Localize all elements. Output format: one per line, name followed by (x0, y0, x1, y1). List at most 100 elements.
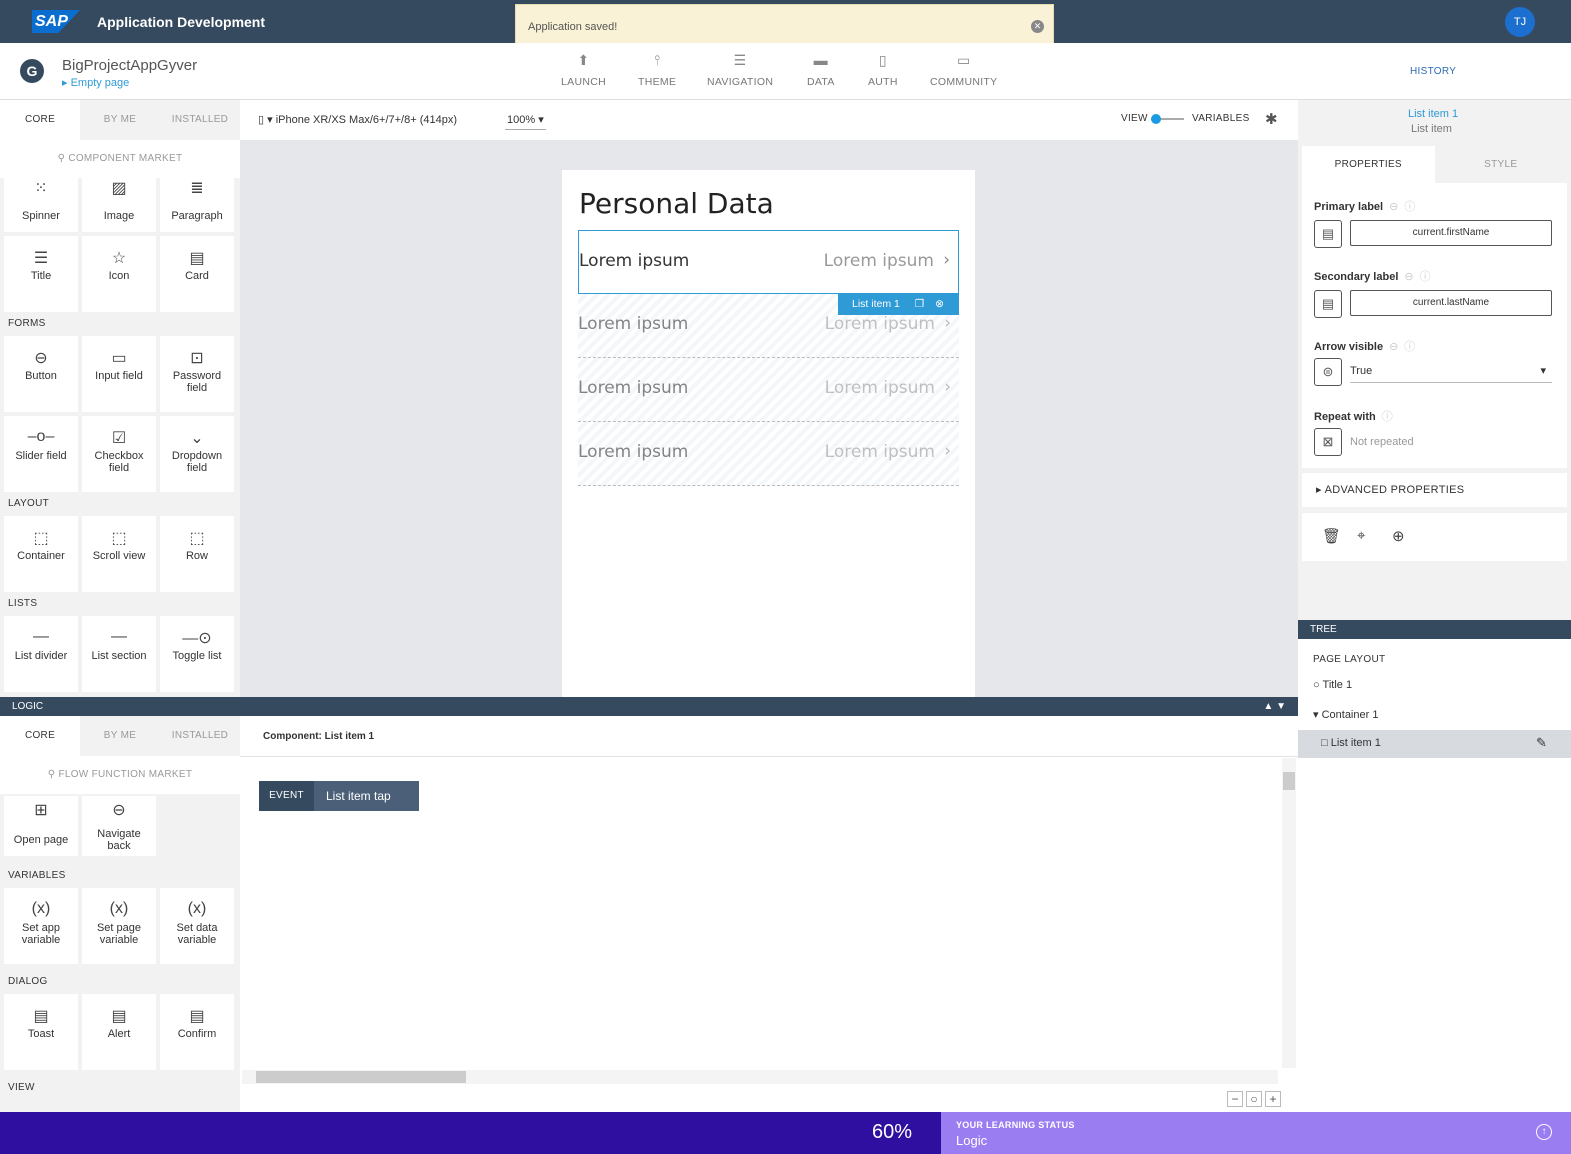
tab-by-me[interactable]: BY ME (80, 100, 160, 140)
reset-icon[interactable]: ⊖ (1404, 271, 1413, 283)
component-tile[interactable]: ☆ Icon (82, 236, 156, 312)
flow-tile[interactable]: (x) Set app variable (4, 888, 78, 964)
history-link[interactable]: HISTORY (1410, 66, 1456, 77)
component-tile[interactable]: ⁙ Spinner (4, 176, 78, 232)
flow-tile[interactable]: ⊖ Navigate back (82, 796, 156, 856)
vertical-scroll-thumb[interactable] (1283, 772, 1295, 790)
component-tile[interactable]: ▨ Image (82, 176, 156, 232)
collapse-icons[interactable]: ▲ ▼ (1263, 697, 1286, 716)
list-item[interactable]: Lorem ipsum Lorem ipsum › (578, 230, 959, 294)
flow-tile[interactable]: ▤ Confirm (160, 994, 234, 1070)
component-tile[interactable]: — List divider (4, 616, 78, 692)
tab-core[interactable]: CORE (0, 100, 80, 140)
component-market-search[interactable]: ⚲ COMPONENT MARKET (0, 140, 240, 178)
tree-node[interactable]: ○ Title 1 (1313, 679, 1352, 691)
reset-icon[interactable]: ⊖ (1389, 201, 1398, 213)
component-tile[interactable]: ⬚ Scroll view (82, 516, 156, 592)
binding-button[interactable]: ▤ (1314, 220, 1342, 248)
zoom-out-button[interactable]: − (1227, 1091, 1243, 1107)
flow-tile[interactable]: ⊞ Open page (4, 796, 78, 856)
nav-theme[interactable]: ⫯ THEME (638, 52, 676, 88)
nav-data[interactable]: ▬ DATA (807, 52, 835, 88)
tree-header: TREE (1298, 620, 1571, 639)
component-tile[interactable]: —⊙ Toggle list (160, 616, 234, 692)
component-tile[interactable]: –o– Slider field (4, 416, 78, 492)
flow-tile[interactable]: (x) Set data variable (160, 888, 234, 964)
tile-label: Paragraph (171, 210, 223, 222)
tab-style[interactable]: STYLE (1435, 146, 1568, 183)
info-icon[interactable]: ⓘ (1420, 271, 1431, 283)
flow-tile[interactable]: (x) Set page variable (82, 888, 156, 964)
vertical-scrollbar[interactable] (1282, 758, 1296, 1068)
component-tile[interactable]: ⊡ Password field (160, 336, 234, 412)
flow-tile[interactable]: ▤ Alert (82, 994, 156, 1070)
nav-auth[interactable]: ▯ AUTH (868, 52, 898, 88)
tab-core[interactable]: CORE (0, 716, 80, 756)
info-icon[interactable]: ⓘ (1382, 411, 1393, 423)
component-tile[interactable]: ☑ Checkbox field (82, 416, 156, 492)
remove-icon[interactable]: ⊗ (935, 298, 944, 310)
tab-installed[interactable]: INSTALLED (160, 716, 240, 756)
list-item[interactable]: Lorem ipsum Lorem ipsum › (578, 358, 959, 422)
zoom-selector[interactable]: 100% ▾ (505, 113, 546, 130)
nav-community[interactable]: ▭ COMMUNITY (930, 52, 997, 88)
advanced-label: ADVANCED PROPERTIES (1324, 484, 1465, 496)
info-icon[interactable]: ⓘ (1404, 341, 1415, 353)
nav-launch[interactable]: ⬆ LAUNCH (561, 52, 606, 88)
flow-tile[interactable]: ▤ Toast (4, 994, 78, 1070)
info-icon[interactable]: ⓘ (1404, 201, 1415, 213)
row-icon: ⬚ (189, 530, 205, 547)
toast-message: Application saved! (528, 21, 618, 33)
component-tile[interactable]: ⬚ Row (160, 516, 234, 592)
zoom-in-button[interactable]: + (1265, 1091, 1281, 1107)
reset-icon[interactable]: ⊖ (1389, 341, 1398, 353)
advanced-properties[interactable]: ▸ ADVANCED PROPERTIES (1302, 473, 1567, 507)
event-node[interactable]: EVENT List item tap (259, 781, 419, 811)
selected-component-name[interactable]: List item 1 (1408, 108, 1458, 120)
component-tile[interactable]: ☰ Title (4, 236, 78, 312)
tab-installed[interactable]: INSTALLED (160, 100, 240, 140)
component-tile[interactable]: ▤ Card (160, 236, 234, 312)
component-tile[interactable]: — List section (82, 616, 156, 692)
expand-up-icon[interactable]: ↑ (1536, 1124, 1552, 1140)
list-item[interactable]: Lorem ipsum Lorem ipsum › (578, 422, 959, 486)
debug-icon[interactable]: ✱ (1265, 110, 1278, 128)
page-title[interactable]: Personal Data (579, 187, 774, 220)
zoom-reset-button[interactable]: ○ (1246, 1091, 1262, 1107)
copy-icon[interactable]: ❐ (915, 298, 924, 310)
repeat-binding-button[interactable]: ⊠ (1314, 428, 1342, 456)
focus-icon[interactable]: ⌖ (1357, 527, 1365, 544)
selection-chip[interactable]: List item 1 ❐ ⊗ (838, 294, 959, 315)
close-icon[interactable]: ✕ (1031, 20, 1044, 33)
edit-icon[interactable]: ✎ (1536, 735, 1547, 751)
nav-navigation[interactable]: ☰ NAVIGATION (707, 52, 773, 88)
binding-button[interactable]: ▤ (1314, 290, 1342, 318)
toggle-knob[interactable] (1151, 114, 1161, 124)
repeat-with-value[interactable]: Not repeated (1350, 432, 1552, 454)
component-tile[interactable]: ⬚ Container (4, 516, 78, 592)
component-tile[interactable]: ▭ Input field (82, 336, 156, 412)
tree-node[interactable]: ▾ Container 1 (1313, 708, 1378, 721)
toggle-binding-button[interactable]: ⊜ (1314, 358, 1342, 386)
device-selector[interactable]: ▯ ▾ iPhone XR/XS Max/6+/7+/8+ (414px) (258, 113, 457, 126)
component-tile[interactable]: ≣ Paragraph (160, 176, 234, 232)
trash-icon[interactable]: 🗑 (1322, 527, 1341, 545)
primary-label-field[interactable]: current.firstName (1350, 220, 1552, 246)
tab-properties[interactable]: PROPERTIES (1302, 146, 1435, 183)
secondary-label-field[interactable]: current.lastName (1350, 290, 1552, 316)
component-tile[interactable]: ⊖ Button (4, 336, 78, 412)
user-avatar[interactable]: TJ (1505, 7, 1535, 37)
page-selector[interactable]: ▸ Empty page (62, 76, 129, 89)
logic-canvas[interactable] (240, 716, 1298, 1112)
component-tile[interactable]: ⌄ Dropdown field (160, 416, 234, 492)
tab-by-me[interactable]: BY ME (80, 716, 160, 756)
tree-node[interactable]: □ List item 1 (1321, 737, 1381, 749)
horizontal-scroll-thumb[interactable] (256, 1071, 466, 1083)
arrow-visible-select[interactable]: True ▾ (1350, 361, 1552, 383)
logic-title: LOGIC (12, 701, 44, 712)
flow-function-market-search[interactable]: ⚲ FLOW FUNCTION MARKET (0, 756, 240, 794)
variables-label: VARIABLES (1192, 113, 1250, 124)
inspect-icon[interactable]: ⊕ (1392, 527, 1405, 545)
tree-node-selected[interactable]: □ List item 1 ✎ (1298, 730, 1571, 758)
learning-status-panel[interactable] (941, 1112, 1571, 1154)
